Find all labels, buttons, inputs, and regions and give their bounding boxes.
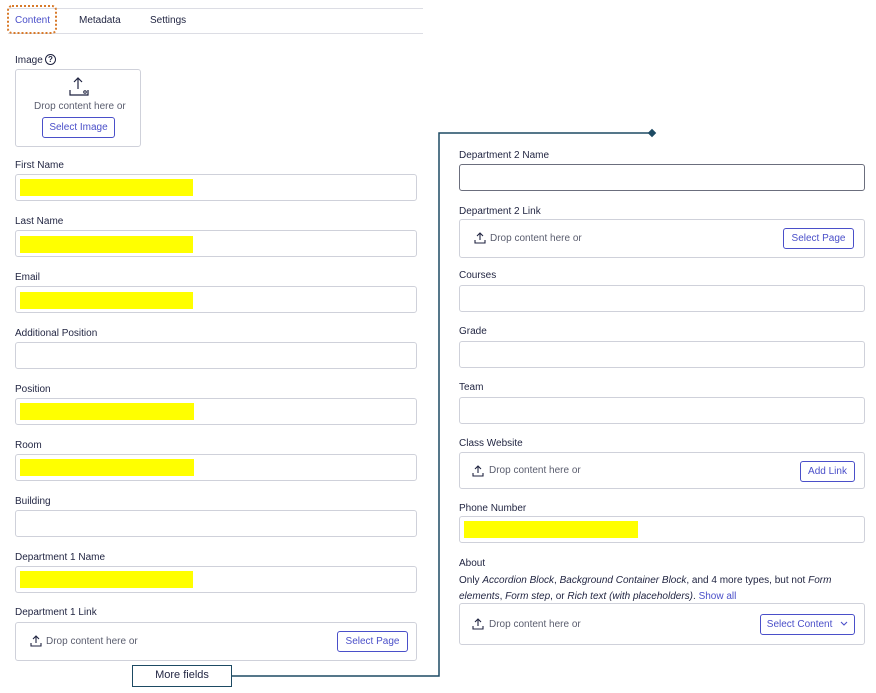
about-label: About: [459, 558, 486, 569]
drop-text: Drop content here or: [489, 465, 581, 476]
courses-label: Courses: [459, 270, 497, 281]
upload-icon: [474, 232, 486, 244]
show-all-link[interactable]: Show all: [699, 591, 737, 602]
grade-field[interactable]: [459, 341, 865, 368]
grade-label: Grade: [459, 326, 487, 337]
chevron-down-icon: [840, 615, 848, 634]
phone-number-label: Phone Number: [459, 503, 527, 514]
select-content-label: Select Content: [766, 619, 833, 631]
department2-link-label: Department 2 Link: [459, 206, 541, 217]
team-label: Team: [459, 382, 484, 393]
add-link-button[interactable]: Add Link: [800, 461, 855, 482]
drop-text: Drop content here or: [490, 233, 582, 244]
more-fields-callout: More fields: [132, 665, 232, 687]
select-page-button[interactable]: Select Page: [783, 228, 854, 249]
drop-text: Drop content here or: [489, 619, 581, 630]
select-content-button[interactable]: Select Content: [760, 614, 855, 635]
phone-number-field[interactable]: [459, 516, 865, 543]
team-field[interactable]: [459, 397, 865, 424]
upload-icon: [472, 465, 484, 477]
about-description: Only Accordion Block, Background Contain…: [459, 575, 832, 602]
department2-name-label: Department 2 Name: [459, 150, 550, 161]
about-dropzone[interactable]: Drop content here or Select Content: [459, 603, 865, 645]
upload-icon: [472, 618, 484, 630]
department2-name-field[interactable]: [459, 164, 865, 191]
department2-link-dropzone[interactable]: Drop content here or Select Page: [459, 219, 865, 258]
class-website-label: Class Website: [459, 438, 523, 449]
class-website-dropzone[interactable]: Drop content here or Add Link: [459, 452, 865, 489]
redaction: [464, 521, 638, 538]
courses-field[interactable]: [459, 285, 865, 312]
